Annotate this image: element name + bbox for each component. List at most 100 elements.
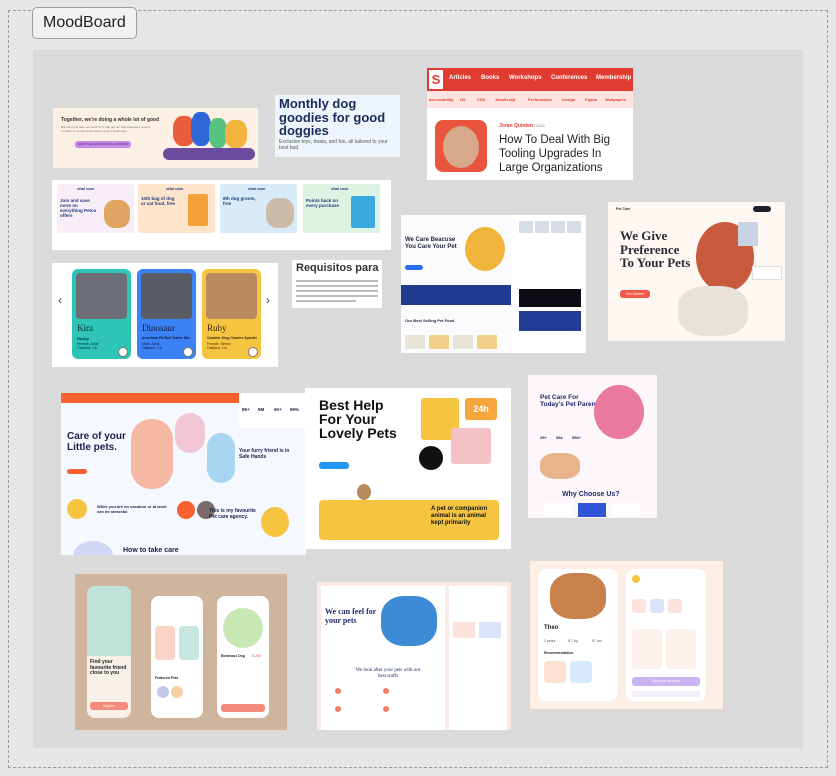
smashing-tag[interactable]: Accessibility <box>429 97 453 102</box>
category-chip[interactable] <box>668 599 682 613</box>
carousel-next-arrow[interactable]: › <box>266 293 270 307</box>
landing-cta-button[interactable] <box>405 265 423 270</box>
favorite-button[interactable] <box>118 347 128 357</box>
category-chip[interactable] <box>632 599 646 613</box>
preference-cta-button[interactable]: Get Started <box>620 290 650 298</box>
smashing-nav-conferences[interactable]: Conferences <box>551 75 587 81</box>
pitbull-photo <box>141 273 192 319</box>
smashing-nav-articles[interactable]: Articles <box>449 75 471 81</box>
smashing-nav-books[interactable]: Books <box>481 75 499 81</box>
preference-nav-button[interactable] <box>753 206 771 212</box>
review-badge <box>752 266 782 280</box>
theo-stat: 57 cm <box>592 639 602 643</box>
carousel-prev-arrow[interactable]: ‹ <box>58 293 62 307</box>
vitalcare-title: Join and save more on everything Petco o… <box>60 198 97 218</box>
preference-logo[interactable]: Pet Care <box>616 207 630 211</box>
vet-card[interactable] <box>666 629 696 669</box>
rainbow-header <box>87 586 131 656</box>
promo-banner <box>401 285 511 305</box>
smashing-tag[interactable]: Performance <box>528 97 552 102</box>
side-thumb <box>453 622 475 638</box>
preference-headline: We Give Preference To Your Pets <box>620 228 691 270</box>
dog-icon <box>357 484 371 500</box>
illustration-ground <box>163 148 255 160</box>
recommend-tile[interactable] <box>570 661 592 683</box>
card-together[interactable]: Together, we're doing a whole lot of goo… <box>53 108 258 168</box>
category-thumb <box>567 221 581 233</box>
favorite-button[interactable] <box>183 347 193 357</box>
phone-screen: Featured Pets <box>151 596 203 718</box>
smashing-tag[interactable]: UX <box>460 97 466 102</box>
moodboard-title-tab[interactable]: MoodBoard <box>32 7 137 39</box>
moodboard-canvas: Together, we're doing a whole lot of goo… <box>33 50 803 748</box>
card-vital-care[interactable]: vital care Join and save more on everyth… <box>52 180 391 250</box>
smashing-tag[interactable]: Wallpapers <box>605 97 626 102</box>
card-best-help[interactable]: Best Help For Your Lovely Pets 24h A pet… <box>305 388 511 549</box>
todays-stat: 25+ <box>540 435 547 440</box>
card-mobile-app[interactable]: Find your favourite friend close to you … <box>75 574 287 730</box>
smashing-logo[interactable]: S <box>429 70 443 89</box>
author-face <box>443 126 479 168</box>
card-todays-parents[interactable]: Pet Care For Today's Pet Parents 25+ 36k… <box>528 375 657 518</box>
woman-with-pets-photo <box>594 385 644 439</box>
pet-avatar <box>177 501 195 519</box>
vet-photo <box>381 596 437 646</box>
together-headline: Together, we're doing a whole lot of goo… <box>61 117 160 123</box>
article-author[interactable]: Joran Quinten <box>499 123 533 129</box>
card-requisitos[interactable]: Requisitos para <box>292 260 382 308</box>
card-dog-app-theo[interactable]: Theo 2 years 5.7 kg 57 cm Recommendation… <box>530 561 723 709</box>
best-help-cta-button[interactable] <box>319 462 349 469</box>
mobile-explore-button[interactable]: Explore <box>90 702 128 710</box>
card-smashing-article[interactable]: S Articles Books Workshops Conferences M… <box>427 68 633 180</box>
dog-info: Female, Adult Oakland, CA <box>77 342 99 350</box>
dog-card-dinosaur[interactable]: Dinosaur American Pit Bull Terrier Mix M… <box>137 269 196 359</box>
article-title[interactable]: How To Deal With Big Tooling Upgrades In… <box>499 133 629 175</box>
cat-photo <box>131 419 173 489</box>
product-thumb <box>453 335 473 349</box>
smashing-tag[interactable]: Figma <box>585 97 597 102</box>
pet-tile[interactable] <box>155 626 175 660</box>
landing-section-title: Our Best Selling Pet Food <box>405 318 455 323</box>
little-pets-headline: Care of your Little pets. <box>67 431 126 453</box>
service-icon <box>335 688 341 694</box>
person-avatar <box>261 507 289 537</box>
book-services-button[interactable]: Book pet services <box>632 677 700 686</box>
vitalcare-tile[interactable]: vital care 10th bag of dog or cat food, … <box>138 184 215 233</box>
card-dog-carousel[interactable]: ‹ Kira Husky Female, Adult Oakland, CA D… <box>52 263 278 367</box>
product-bag-image <box>351 196 375 228</box>
text-line <box>296 290 378 292</box>
dog-photo <box>451 428 491 464</box>
recommend-tile[interactable] <box>544 661 566 683</box>
smashing-nav-workshops[interactable]: Workshops <box>509 75 542 81</box>
smashing-tag[interactable]: CSS <box>477 97 485 102</box>
text-line <box>296 280 378 282</box>
dark-banner <box>519 289 581 307</box>
together-cta-button[interactable]: SHOP THE GOOD DOING CONTENT <box>75 141 131 148</box>
smashing-tag[interactable]: JavaScript <box>495 97 515 102</box>
category-chip[interactable] <box>650 599 664 613</box>
play-badge[interactable] <box>419 446 443 470</box>
card-monthly-goodies[interactable]: Monthly dog goodies for good doggies Exc… <box>275 95 400 157</box>
dog-name: Ruby <box>207 323 227 333</box>
card-petcare-landing[interactable]: We Care Beacuse You Care Your Pet Our Be… <box>401 215 586 353</box>
smashing-tag[interactable]: Design <box>562 97 575 102</box>
vitalcare-tile[interactable]: vital care 8th dog groom, free <box>220 184 297 233</box>
vitalcare-tile[interactable]: vital care Points back on every purchase <box>303 184 380 233</box>
dog-photo <box>175 413 205 453</box>
card-give-preference[interactable]: Pet Care We Give Preference To Your Pets… <box>608 202 785 341</box>
card-feel-for-pets[interactable]: We can feel for your pets We look after … <box>317 582 511 730</box>
dog-card-kira[interactable]: Kira Husky Female, Adult Oakland, CA <box>72 269 131 359</box>
vitalcare-tile[interactable]: vital care Join and save more on everyth… <box>57 184 134 233</box>
text-line <box>296 295 378 297</box>
smashing-nav-membership[interactable]: Membership <box>596 75 631 81</box>
card-little-pets[interactable]: Care of your Little pets. 85+ 9M 60+ 99%… <box>61 393 306 555</box>
pet-tile[interactable] <box>179 626 199 660</box>
adopt-button[interactable] <box>221 704 265 712</box>
dog-card-ruby[interactable]: Ruby Cavalier King Charles Spaniel Femal… <box>202 269 261 359</box>
favorite-button[interactable] <box>248 347 258 357</box>
vet-card[interactable] <box>632 629 662 669</box>
little-pets-cta-button[interactable] <box>67 469 87 474</box>
husky-photo <box>76 273 127 319</box>
vitalcare-brand: vital care <box>77 186 95 191</box>
monthly-headline: Monthly dog goodies for good doggies <box>279 96 386 138</box>
